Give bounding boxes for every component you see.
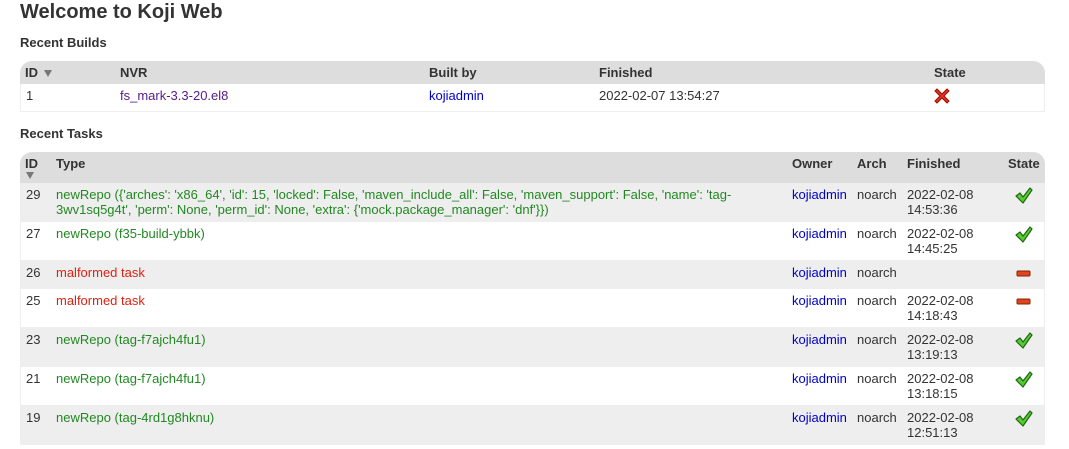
task-type-link[interactable]: newRepo ({'arches': 'x86_64', 'id': 15, …	[56, 187, 731, 217]
task-arch: noarch	[852, 222, 902, 261]
task-finished: 2022-02-08 13:18:15	[902, 367, 1003, 406]
task-owner-link[interactable]: kojiadmin	[792, 410, 847, 425]
closed-icon	[1014, 410, 1033, 430]
task-type-link[interactable]: malformed task	[56, 265, 145, 280]
task-finished: 2022-02-08 14:53:36	[902, 183, 1003, 222]
task-row: 27 newRepo (f35-build-ybbk) kojiadmin no…	[20, 222, 1045, 261]
recent-tasks-title: Recent Tasks	[20, 126, 103, 141]
task-type-link[interactable]: newRepo (tag-f7ajch4fu1)	[56, 371, 206, 386]
task-finished	[902, 261, 1003, 289]
builds-col-built-by[interactable]: Built by	[424, 61, 594, 84]
task-id: 23	[20, 328, 51, 367]
task-row: 25 malformed task kojiadmin noarch 2022-…	[20, 289, 1045, 328]
sort-desc-icon[interactable]	[43, 70, 52, 78]
task-finished: 2022-02-08 14:45:25	[902, 222, 1003, 261]
build-id: 1	[20, 84, 115, 112]
task-owner-link[interactable]: kojiadmin	[792, 332, 847, 347]
task-row: 19 newRepo (tag-4rd1g8hknu) kojiadmin no…	[20, 406, 1045, 445]
closed-icon	[1014, 226, 1033, 246]
task-finished: 2022-02-08 13:19:13	[902, 328, 1003, 367]
failed-icon	[934, 88, 950, 107]
task-arch: noarch	[852, 183, 902, 222]
builds-col-finished[interactable]: Finished	[594, 61, 929, 84]
task-owner-link[interactable]: kojiadmin	[792, 371, 847, 386]
build-row: 1 fs_mark-3.3-20.el8 kojiadmin 2022-02-0…	[20, 84, 1045, 112]
task-id: 26	[20, 261, 51, 289]
recent-builds-table: ID NVR Built by Finished State 1 fs_mark…	[20, 61, 1045, 112]
builds-col-nvr[interactable]: NVR	[115, 61, 424, 84]
task-type-link[interactable]: newRepo (tag-f7ajch4fu1)	[56, 332, 206, 347]
tasks-header-row: ID Type Owner Arch Finished State	[20, 152, 1045, 183]
task-row: 21 newRepo (tag-f7ajch4fu1) kojiadmin no…	[20, 367, 1045, 406]
tasks-col-id[interactable]: ID	[20, 152, 51, 183]
tasks-col-type[interactable]: Type	[51, 152, 787, 183]
closed-icon	[1014, 332, 1033, 352]
task-type-link[interactable]: malformed task	[56, 293, 145, 308]
task-finished: 2022-02-08 12:51:13	[902, 406, 1003, 445]
task-arch: noarch	[852, 367, 902, 406]
builds-col-id[interactable]: ID	[20, 61, 115, 84]
sort-desc-icon[interactable]	[26, 172, 34, 179]
task-finished: 2022-02-08 14:18:43	[902, 289, 1003, 328]
page-title: Welcome to Koji Web	[20, 1, 223, 23]
task-type-link[interactable]: newRepo (f35-build-ybbk)	[56, 226, 205, 241]
build-nvr-link[interactable]: fs_mark-3.3-20.el8	[120, 88, 228, 103]
recent-builds-title: Recent Builds	[20, 35, 107, 50]
task-owner-link[interactable]: kojiadmin	[792, 265, 847, 280]
closed-icon	[1014, 187, 1033, 207]
canceled-icon	[1016, 293, 1032, 312]
task-owner-link[interactable]: kojiadmin	[792, 293, 847, 308]
task-arch: noarch	[852, 261, 902, 289]
task-id: 25	[20, 289, 51, 328]
canceled-icon	[1016, 265, 1032, 284]
task-row: 26 malformed task kojiadmin noarch	[20, 261, 1045, 289]
tasks-col-finished[interactable]: Finished	[902, 152, 1003, 183]
task-arch: noarch	[852, 406, 902, 445]
tasks-col-owner[interactable]: Owner	[787, 152, 852, 183]
task-arch: noarch	[852, 328, 902, 367]
build-finished: 2022-02-07 13:54:27	[594, 84, 929, 112]
build-owner-link[interactable]: kojiadmin	[429, 88, 484, 103]
recent-tasks-table: ID Type Owner Arch Finished State 29 new…	[20, 152, 1045, 445]
task-row: 23 newRepo (tag-f7ajch4fu1) kojiadmin no…	[20, 328, 1045, 367]
builds-header-row: ID NVR Built by Finished State	[20, 61, 1045, 84]
task-row: 29 newRepo ({'arches': 'x86_64', 'id': 1…	[20, 183, 1045, 222]
task-id: 27	[20, 222, 51, 261]
task-id: 19	[20, 406, 51, 445]
task-owner-link[interactable]: kojiadmin	[792, 187, 847, 202]
task-id: 29	[20, 183, 51, 222]
builds-col-state[interactable]: State	[929, 61, 1045, 84]
tasks-col-state[interactable]: State	[1003, 152, 1045, 183]
task-id: 21	[20, 367, 51, 406]
closed-icon	[1014, 371, 1033, 391]
task-type-link[interactable]: newRepo (tag-4rd1g8hknu)	[56, 410, 214, 425]
tasks-col-arch[interactable]: Arch	[852, 152, 902, 183]
task-owner-link[interactable]: kojiadmin	[792, 226, 847, 241]
task-arch: noarch	[852, 289, 902, 328]
